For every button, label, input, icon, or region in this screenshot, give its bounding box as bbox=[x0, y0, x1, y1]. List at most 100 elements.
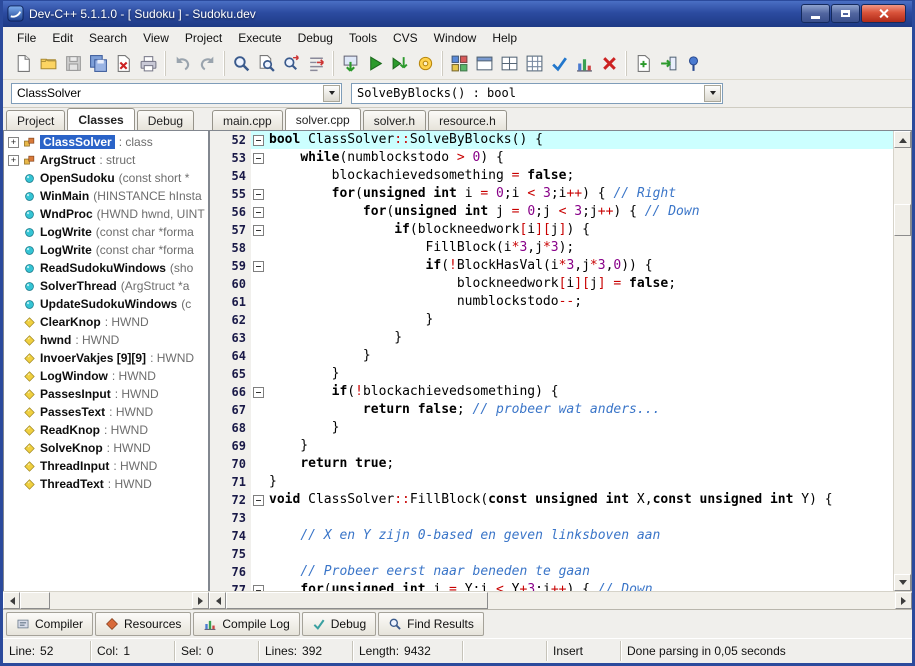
redo-button[interactable] bbox=[195, 51, 220, 76]
tab-resource-h[interactable]: resource.h bbox=[428, 110, 507, 131]
fold-collapse-icon[interactable] bbox=[253, 188, 264, 200]
menu-item-window[interactable]: Window bbox=[426, 29, 485, 47]
tree-item[interactable]: LogWrite (const char *forma bbox=[4, 241, 208, 259]
compile-button[interactable] bbox=[338, 51, 363, 76]
fold-collapse-icon[interactable] bbox=[253, 206, 264, 218]
tree-item[interactable]: hwnd: HWND bbox=[4, 331, 208, 349]
menu-item-search[interactable]: Search bbox=[81, 29, 135, 47]
tree-item[interactable]: UpdateSudokuWindows (c bbox=[4, 295, 208, 313]
tree-item[interactable]: ReadSudokuWindows (sho bbox=[4, 259, 208, 277]
report-tab-find-results[interactable]: Find Results bbox=[378, 612, 484, 637]
tree-item[interactable]: PassesInput: HWND bbox=[4, 385, 208, 403]
menu-item-edit[interactable]: Edit bbox=[44, 29, 81, 47]
close-button[interactable] bbox=[861, 4, 906, 24]
tree-item[interactable]: LogWindow: HWND bbox=[4, 367, 208, 385]
menu-item-debug[interactable]: Debug bbox=[290, 29, 341, 47]
menu-item-help[interactable]: Help bbox=[484, 29, 525, 47]
view-grid-button[interactable] bbox=[522, 51, 547, 76]
find-in-files-button[interactable] bbox=[254, 51, 279, 76]
tree-item[interactable]: PassesText: HWND bbox=[4, 403, 208, 421]
tab-classes[interactable]: Classes bbox=[67, 108, 135, 131]
tab-solver-h[interactable]: solver.h bbox=[362, 110, 427, 131]
menu-item-tools[interactable]: Tools bbox=[341, 29, 385, 47]
tree-item[interactable]: SolveKnop: HWND bbox=[4, 439, 208, 457]
menu-item-cvs[interactable]: CVS bbox=[385, 29, 426, 47]
tree-item[interactable]: InvoerVakjes [9][9]: HWND bbox=[4, 349, 208, 367]
scroll-right-button[interactable] bbox=[895, 592, 912, 610]
tab-debug[interactable]: Debug bbox=[136, 110, 195, 131]
tab-main-cpp[interactable]: main.cpp bbox=[212, 110, 283, 131]
report-tab-debug[interactable]: Debug bbox=[301, 612, 377, 637]
class-tree[interactable]: + ClassSolver: class + ArgStruct: struct Ope… bbox=[3, 130, 209, 592]
scroll-down-button[interactable] bbox=[894, 574, 911, 592]
tree-item[interactable]: OpenSudoku (const short * bbox=[4, 169, 208, 187]
code-editor[interactable]: 52 bool ClassSolver::SolveByBlocks() {53 … bbox=[210, 131, 893, 592]
goto-line-button[interactable] bbox=[304, 51, 329, 76]
rebuild-all-button[interactable] bbox=[413, 51, 438, 76]
print-button[interactable] bbox=[136, 51, 161, 76]
editor-vscrollbar[interactable] bbox=[893, 131, 911, 592]
run-button[interactable] bbox=[363, 51, 388, 76]
tab-solver-cpp[interactable]: solver.cpp bbox=[284, 108, 361, 131]
editor-vscroll-track[interactable] bbox=[894, 148, 911, 574]
menu-item-project[interactable]: Project bbox=[177, 29, 230, 47]
save-button[interactable] bbox=[61, 51, 86, 76]
tab-project[interactable]: Project bbox=[6, 110, 66, 131]
view-squares-button[interactable] bbox=[447, 51, 472, 76]
editor-hscroll-thumb[interactable] bbox=[226, 592, 488, 610]
editor-hscrollbar[interactable] bbox=[209, 591, 912, 610]
titlebar[interactable]: Dev-C++ 5.1.1.0 - [ Sudoku ] - Sudoku.de… bbox=[3, 1, 912, 27]
menu-item-view[interactable]: View bbox=[135, 29, 177, 47]
close-file-button[interactable] bbox=[111, 51, 136, 76]
new-unit-button[interactable] bbox=[631, 51, 656, 76]
scroll-right-button[interactable] bbox=[192, 592, 209, 610]
tree-item[interactable]: + ArgStruct: struct bbox=[4, 151, 208, 169]
editor-vscroll-thumb[interactable] bbox=[894, 204, 911, 237]
fold-collapse-icon[interactable] bbox=[253, 386, 264, 398]
save-all-button[interactable] bbox=[86, 51, 111, 76]
replace-button[interactable] bbox=[279, 51, 304, 76]
expand-plus-icon[interactable]: + bbox=[8, 154, 19, 166]
report-tab-resources[interactable]: Resources bbox=[95, 612, 192, 637]
view-window-button[interactable] bbox=[472, 51, 497, 76]
tree-item[interactable]: LogWrite (const char *forma bbox=[4, 223, 208, 241]
fold-collapse-icon[interactable] bbox=[253, 152, 264, 164]
expand-plus-icon[interactable]: + bbox=[8, 136, 19, 148]
tree-hscrollbar[interactable] bbox=[3, 591, 209, 610]
new-file-button[interactable] bbox=[11, 51, 36, 76]
fold-collapse-icon[interactable] bbox=[253, 224, 264, 236]
maximize-button[interactable] bbox=[831, 4, 860, 24]
member-combobox[interactable]: SolveByBlocks() : bool bbox=[351, 82, 723, 104]
class-combobox[interactable]: ClassSolver bbox=[11, 82, 342, 104]
check-syntax-button[interactable] bbox=[547, 51, 572, 76]
tree-hscroll-thumb[interactable] bbox=[20, 592, 50, 610]
add-to-project-button[interactable] bbox=[656, 51, 681, 76]
scroll-left-button[interactable] bbox=[3, 592, 20, 610]
pin-button[interactable] bbox=[681, 51, 706, 76]
member-combobox-dropdown[interactable] bbox=[704, 84, 721, 102]
fold-collapse-icon[interactable] bbox=[253, 584, 264, 592]
editor-hscroll-track[interactable] bbox=[226, 592, 895, 610]
scroll-left-button[interactable] bbox=[209, 592, 226, 610]
tree-item[interactable]: ThreadInput: HWND bbox=[4, 457, 208, 475]
menu-item-file[interactable]: File bbox=[9, 29, 44, 47]
tree-hscroll-track[interactable] bbox=[20, 592, 192, 610]
abort-button[interactable] bbox=[597, 51, 622, 76]
class-combobox-dropdown[interactable] bbox=[323, 84, 340, 102]
tree-item[interactable]: ReadKnop: HWND bbox=[4, 421, 208, 439]
tree-item[interactable]: WinMain (HINSTANCE hInsta bbox=[4, 187, 208, 205]
tree-item[interactable]: ClearKnop: HWND bbox=[4, 313, 208, 331]
fold-collapse-icon[interactable] bbox=[253, 260, 264, 272]
view-split-button[interactable] bbox=[497, 51, 522, 76]
open-button[interactable] bbox=[36, 51, 61, 76]
fold-collapse-icon[interactable] bbox=[253, 134, 264, 146]
profile-chart-button[interactable] bbox=[572, 51, 597, 76]
tree-item[interactable]: WndProc (HWND hwnd, UINT bbox=[4, 205, 208, 223]
find-button[interactable] bbox=[229, 51, 254, 76]
menu-item-execute[interactable]: Execute bbox=[230, 29, 289, 47]
report-tab-compile-log[interactable]: Compile Log bbox=[193, 612, 300, 637]
fold-collapse-icon[interactable] bbox=[253, 494, 264, 506]
tree-item[interactable]: ThreadText: HWND bbox=[4, 475, 208, 493]
minimize-button[interactable] bbox=[801, 4, 830, 24]
undo-button[interactable] bbox=[170, 51, 195, 76]
